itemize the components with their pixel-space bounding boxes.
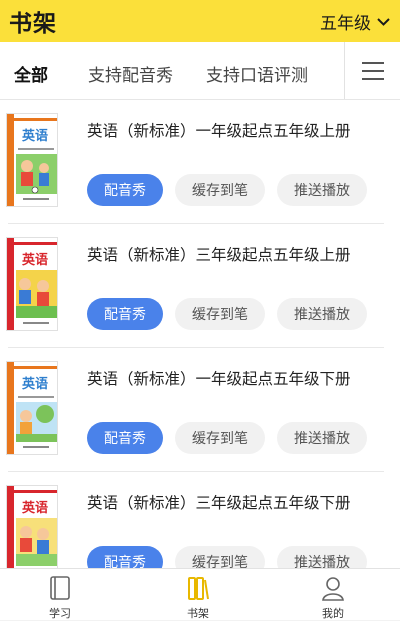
book-cover[interactable]: 英语 — [7, 114, 57, 206]
list-item: 英语 英语（新标准）一年级起点五年级下册 配音秀 缓存到笔 推送播放 — [0, 348, 400, 472]
dub-button[interactable]: 配音秀 — [87, 422, 163, 454]
hamburger-menu-icon[interactable] — [360, 60, 386, 82]
push-play-button[interactable]: 推送播放 — [277, 546, 367, 568]
book-cover[interactable]: 英语 — [7, 238, 57, 330]
cache-to-pen-button[interactable]: 缓存到笔 — [175, 298, 265, 330]
dub-button[interactable]: 配音秀 — [87, 298, 163, 330]
cache-to-pen-button[interactable]: 缓存到笔 — [175, 422, 265, 454]
book-title[interactable]: 英语（新标准）一年级起点五年级上册 — [87, 119, 351, 141]
push-play-button[interactable]: 推送播放 — [277, 298, 367, 330]
nav-profile[interactable]: 我的 — [303, 573, 363, 620]
chevron-down-icon — [377, 17, 390, 26]
list-item: 英语 英语（新标准）三年级起点五年级上册 配音秀 缓存到笔 推送播放 — [0, 224, 400, 348]
bookshelf-icon — [188, 577, 209, 600]
svg-text:英语: 英语 — [21, 128, 48, 144]
tab-dubbing[interactable]: 支持配音秀 — [88, 61, 173, 86]
tab-divider — [344, 42, 345, 99]
svg-text:英语: 英语 — [21, 376, 48, 392]
user-icon — [322, 577, 344, 601]
bottom-nav: 学习 书架 我的 — [0, 568, 400, 620]
book-title[interactable]: 英语（新标准）一年级起点五年级下册 — [87, 367, 351, 389]
app-header: 书架 五年级 — [0, 0, 400, 42]
tab-speaking-eval[interactable]: 支持口语评测 — [206, 61, 308, 86]
list-item: 英语 英语（新标准）一年级起点五年级上册 配音秀 缓存到笔 推送播放 — [0, 100, 400, 224]
nav-bookshelf-label: 书架 — [187, 607, 209, 620]
svg-text:英语: 英语 — [21, 500, 48, 516]
book-cover[interactable]: 英语 — [7, 486, 57, 568]
cache-to-pen-button[interactable]: 缓存到笔 — [175, 546, 265, 568]
page-title: 书架 — [9, 11, 57, 37]
list-item: 英语 英语（新标准）三年级起点五年级下册 配音秀 缓存到笔 推送播放 — [0, 472, 400, 568]
book-icon — [50, 576, 70, 600]
tab-all[interactable]: 全部 — [14, 61, 48, 86]
book-cover[interactable]: 英语 — [7, 362, 57, 454]
dub-button[interactable]: 配音秀 — [87, 174, 163, 206]
book-title[interactable]: 英语（新标准）三年级起点五年级下册 — [87, 491, 351, 513]
grade-selector[interactable]: 五年级 — [320, 9, 390, 34]
book-list: 英语 英语（新标准）一年级起点五年级上册 配音秀 缓存到笔 推送播放 英语 英语… — [0, 100, 400, 568]
nav-study-label: 学习 — [49, 607, 71, 620]
filter-tabs: 全部 支持配音秀 支持口语评测 — [0, 42, 400, 100]
push-play-button[interactable]: 推送播放 — [277, 174, 367, 206]
nav-study[interactable]: 学习 — [30, 573, 90, 620]
grade-label: 五年级 — [320, 14, 371, 34]
push-play-button[interactable]: 推送播放 — [277, 422, 367, 454]
cache-to-pen-button[interactable]: 缓存到笔 — [175, 174, 265, 206]
svg-text:英语: 英语 — [21, 252, 48, 268]
nav-profile-label: 我的 — [322, 607, 344, 620]
dub-button[interactable]: 配音秀 — [87, 546, 163, 568]
nav-bookshelf[interactable]: 书架 — [168, 573, 228, 620]
book-title[interactable]: 英语（新标准）三年级起点五年级上册 — [87, 243, 351, 265]
